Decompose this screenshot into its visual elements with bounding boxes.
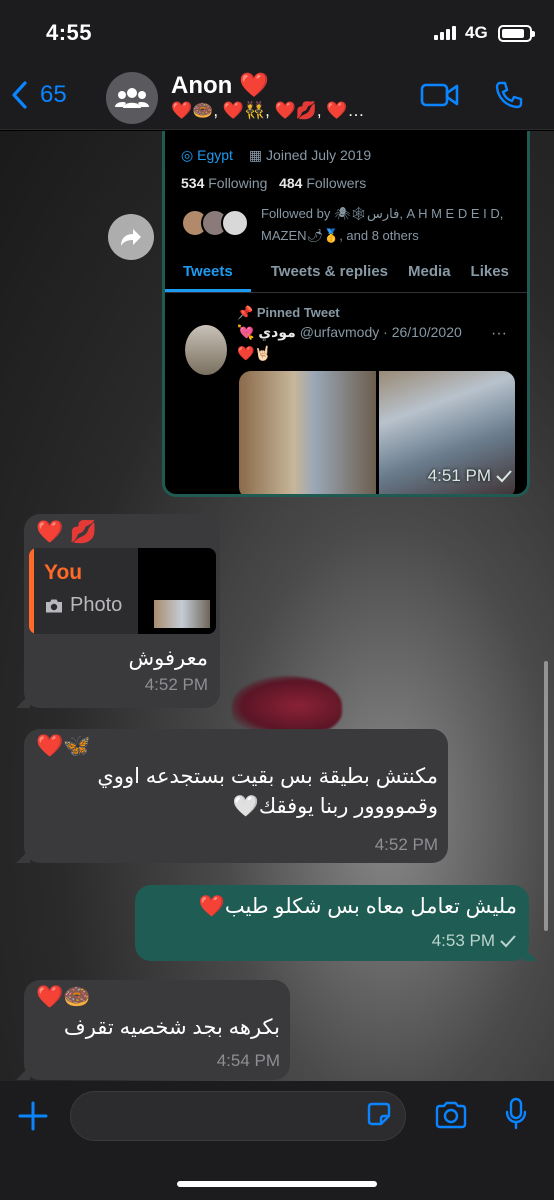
sender-name: ❤️🍩: [36, 984, 91, 1009]
group-icon: [115, 88, 149, 108]
follower-avatars: [181, 209, 249, 237]
video-call-button[interactable]: [420, 82, 460, 113]
group-avatar[interactable]: [106, 72, 158, 124]
unread-count: 65: [40, 81, 67, 108]
attach-button[interactable]: [16, 1099, 50, 1138]
tweet-tab: Likes: [470, 263, 509, 280]
message-timestamp: 4:54 PM: [216, 1051, 280, 1070]
message-bubble[interactable]: مليش تعامل معاه بس شكلو طيب❤️ 4:53 PM: [135, 885, 537, 961]
video-call-icon: [420, 83, 459, 107]
tweet-followed-by: Followed by 🕷🕸فارس, A H M E D E I D, MAZ…: [261, 206, 504, 243]
tweet-screenshot: ◎ Egypt ▦ Joined July 2019 534 Following…: [165, 131, 527, 494]
message-bubble[interactable]: ❤️ 💋 You Photo معرفوش 4:52 PM: [16, 514, 220, 708]
message-text: مليش تعامل معاه بس شكلو طيب❤️: [198, 895, 517, 918]
home-indicator: [177, 1181, 377, 1187]
message-text: مكنتش بطيقة بس بقيت بستجدعه اووي وقموووو…: [97, 765, 438, 818]
forward-icon: [121, 229, 141, 246]
chat-header: 65 Anon ❤️ ❤️🍩, ❤️👯, ❤️💋, ❤️…: [0, 62, 554, 130]
background-flower: [232, 676, 342, 736]
message-timestamp: 4:52 PM: [374, 835, 438, 854]
status-time: 4:55: [46, 20, 93, 45]
scrollbar[interactable]: [544, 661, 548, 931]
forward-button[interactable]: [108, 214, 154, 260]
sticker-button[interactable]: [366, 1101, 392, 1132]
status-bar: 4:55 4G: [0, 0, 554, 62]
tweet-tab: Tweets: [165, 257, 251, 292]
tweet-tab: Tweets & replies: [270, 263, 389, 280]
composer-bar: [0, 1081, 554, 1200]
read-check-icon: [496, 470, 512, 483]
message-timestamp: 4:53 PM: [432, 931, 517, 951]
tweet-tabs: Tweets Tweets & replies Media Likes: [165, 257, 527, 293]
message-timestamp: 4:52 PM: [144, 675, 208, 694]
camera-icon: [46, 599, 62, 612]
quote-author: You: [44, 561, 83, 584]
pinned-handle: 💘 مودي @urfavmody · 26/10/2020: [237, 324, 462, 340]
tweet-joined: ▦ Joined July 2019: [248, 147, 372, 163]
delivered-check-icon: [500, 935, 516, 948]
pinned-avatar: [185, 325, 227, 375]
back-chevron-icon: [12, 81, 27, 109]
sender-name: ❤️🦋: [36, 733, 91, 758]
message-input[interactable]: [70, 1091, 406, 1141]
quote-type: Photo: [44, 594, 122, 617]
quote-thumbnail: [138, 548, 216, 634]
chat-area[interactable]: ◎ Egypt ▦ Joined July 2019 534 Following…: [0, 131, 554, 1081]
phone-icon: [495, 81, 523, 109]
pinned-label: 📌 Pinned Tweet: [237, 305, 340, 320]
pinned-text: ❤️🤘🏻: [237, 345, 272, 361]
back-button[interactable]: 65: [10, 80, 67, 110]
chat-title[interactable]: Anon ❤️: [171, 71, 269, 100]
signal-icon: [434, 26, 456, 40]
voice-message-button[interactable]: [505, 1097, 527, 1136]
quoted-message[interactable]: You Photo: [29, 548, 216, 634]
tweet-location: ◎ Egypt: [181, 147, 233, 163]
message-bubble[interactable]: ❤️🦋 مكنتش بطيقة بس بقيت بستجدعه اووي وقم…: [16, 729, 448, 863]
network-type: 4G: [465, 23, 488, 42]
microphone-icon: [505, 1097, 527, 1130]
tweet-photo: [239, 371, 376, 494]
voice-call-button[interactable]: [494, 80, 524, 115]
tweet-tab: Media: [408, 263, 451, 280]
message-bubble[interactable]: ❤️🍩 بكرهه بجد شخصيه تقرف 4:54 PM: [16, 980, 290, 1080]
message-timestamp: 4:51 PM: [428, 466, 513, 486]
message-text: معرفوش: [128, 647, 209, 670]
sticker-icon: [367, 1102, 391, 1126]
camera-icon: [435, 1101, 467, 1129]
more-icon: ···: [491, 325, 507, 342]
sender-name: ❤️ 💋: [36, 519, 97, 544]
battery-icon: [498, 25, 535, 42]
chat-participants[interactable]: ❤️🍩, ❤️👯, ❤️💋, ❤️…: [171, 101, 401, 121]
camera-button[interactable]: [434, 1101, 468, 1134]
tweet-follow-counts: 534 Following 484 Followers: [181, 175, 367, 191]
plus-icon: [18, 1101, 48, 1131]
image-message[interactable]: ◎ Egypt ▦ Joined July 2019 534 Following…: [162, 131, 530, 497]
message-text: بكرهه بجد شخصيه تقرف: [63, 1016, 280, 1039]
